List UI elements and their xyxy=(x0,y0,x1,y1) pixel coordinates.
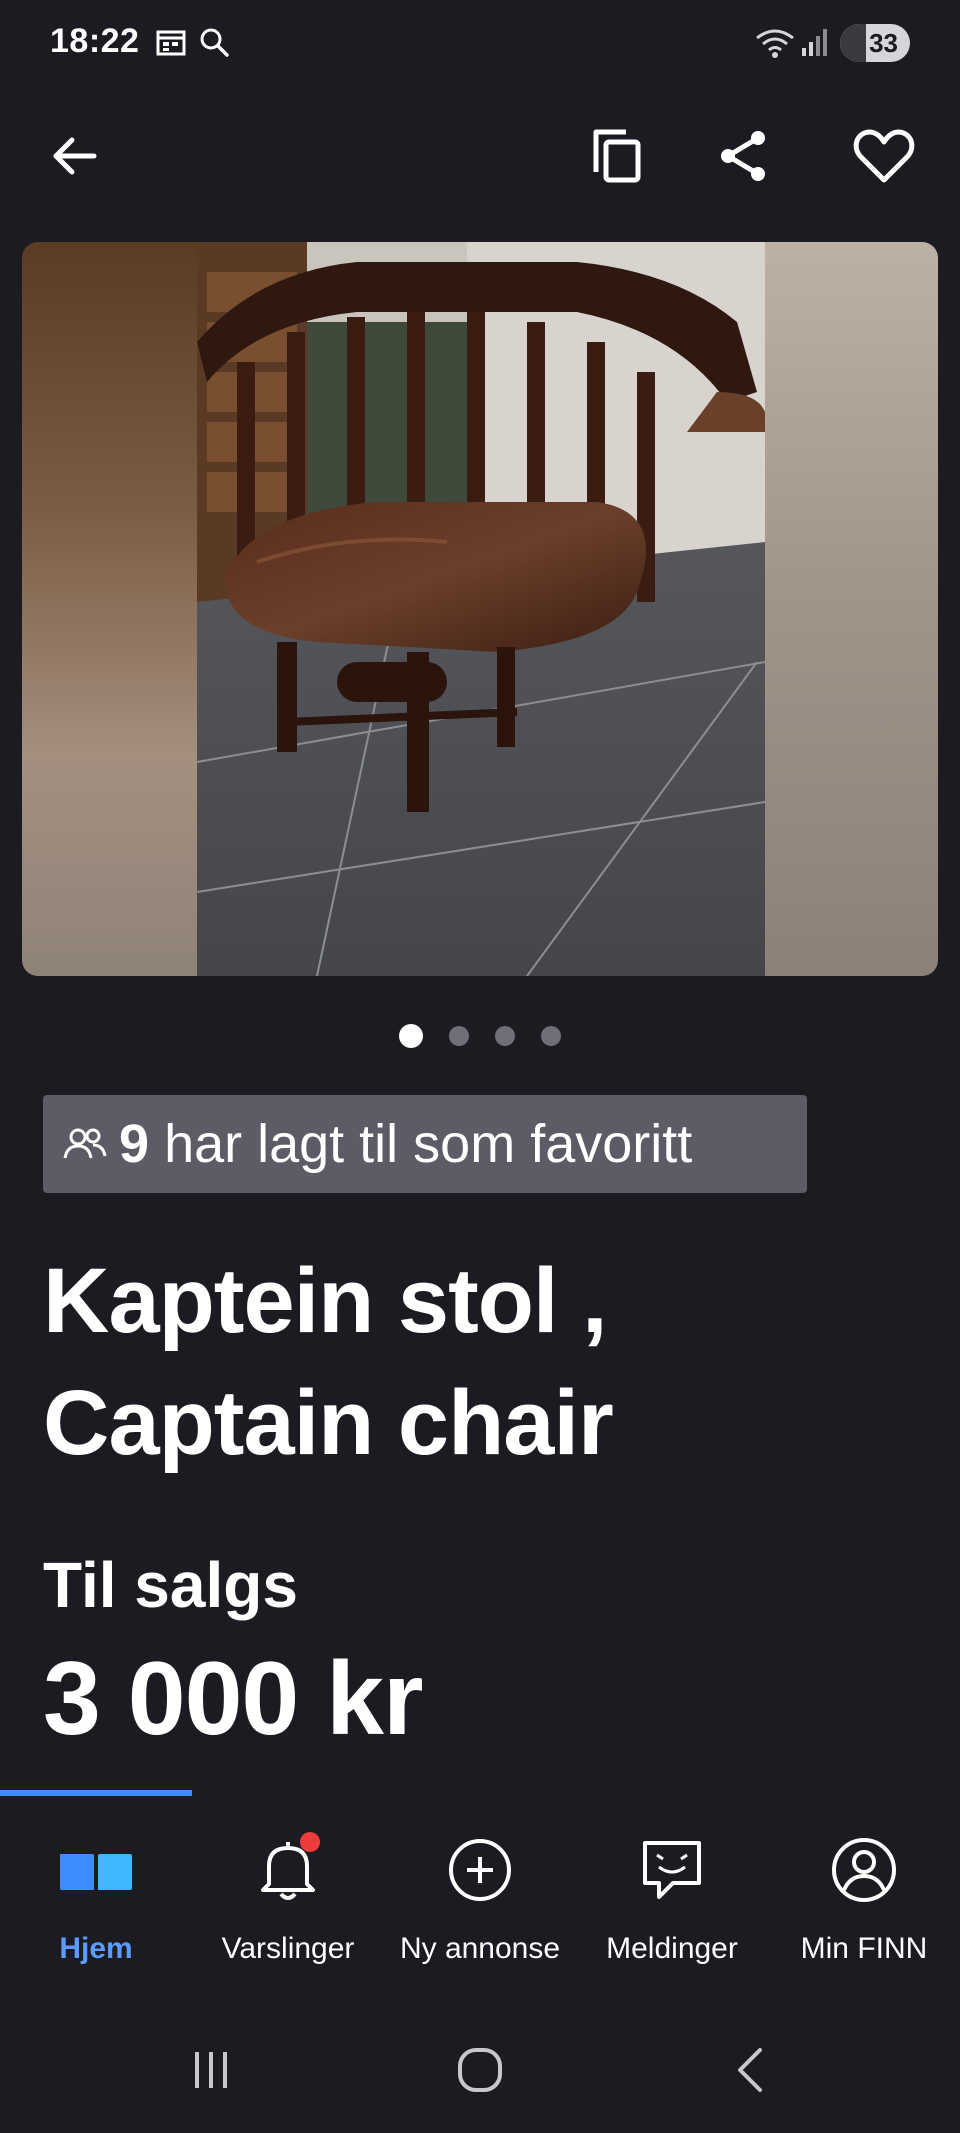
status-bar: 18:22 33 xyxy=(0,0,960,88)
nav-label-my-finn: Min FINN xyxy=(800,1932,928,1965)
nav-label-notifications: Varslinger xyxy=(221,1932,355,1965)
nav-label-messages: Meldinger xyxy=(606,1932,738,1965)
favorites-count: 9 xyxy=(119,1114,150,1174)
notification-badge xyxy=(300,1832,320,1852)
signal-icon xyxy=(800,26,830,63)
favorites-text: har lagt til som favoritt xyxy=(164,1114,693,1174)
copy-icon xyxy=(593,129,641,183)
favorite-button[interactable] xyxy=(852,124,916,188)
listing-price: 3 000 kr xyxy=(43,1641,423,1757)
share-icon xyxy=(721,131,765,181)
people-icon xyxy=(63,1128,107,1159)
nav-item-home[interactable]: Hjem xyxy=(0,1830,192,1980)
nav-item-my-finn[interactable]: Min FINN xyxy=(768,1830,960,1980)
gallery-blur-left xyxy=(22,242,197,976)
wifi-icon xyxy=(755,26,795,65)
bottom-navigation: Hjem Varslinger Ny annonse Meldinger Min… xyxy=(0,1790,960,1990)
back-arrow-icon xyxy=(53,137,97,175)
profile-icon xyxy=(824,1830,904,1910)
top-bar xyxy=(0,110,960,202)
pagination-dot-3[interactable] xyxy=(495,1026,515,1046)
gallery-pagination xyxy=(0,1024,960,1048)
home-icon xyxy=(56,1830,136,1910)
pagination-dot-4[interactable] xyxy=(541,1026,561,1046)
favorites-badge: 9 har lagt til som favoritt xyxy=(43,1095,807,1193)
pagination-dot-2[interactable] xyxy=(449,1026,469,1046)
nav-item-messages[interactable]: Meldinger xyxy=(576,1830,768,1980)
nav-item-notifications[interactable]: Varslinger xyxy=(192,1830,384,1980)
listing-title: Kaptein stol , Captain chair xyxy=(43,1240,903,1484)
back-button[interactable] xyxy=(42,124,106,188)
battery-icon: 33 xyxy=(840,24,910,62)
home-circle-icon xyxy=(458,2048,502,2092)
listing-status: Til salgs xyxy=(43,1549,298,1621)
back-chevron-icon xyxy=(738,2048,762,2092)
heart-icon xyxy=(853,129,915,183)
calendar-icon xyxy=(155,26,187,63)
battery-level: 33 xyxy=(869,27,898,58)
gallery-blur-right xyxy=(765,242,938,976)
listing-title-line-2: Captain chair xyxy=(43,1372,614,1474)
status-time: 18:22 xyxy=(50,22,140,60)
back-system-button[interactable] xyxy=(710,2040,790,2100)
chair-photo xyxy=(197,242,765,976)
recents-icon xyxy=(195,2052,227,2088)
search-icon xyxy=(198,26,230,63)
bell-icon xyxy=(248,1830,328,1910)
copy-button[interactable] xyxy=(586,124,650,188)
nav-label-new-ad: Ny annonse xyxy=(399,1932,561,1965)
pagination-dot-1[interactable] xyxy=(399,1024,423,1048)
nav-label-home: Hjem xyxy=(59,1932,133,1965)
system-navigation xyxy=(0,2030,960,2110)
plus-circle-icon xyxy=(440,1830,520,1910)
active-tab-indicator xyxy=(0,1790,192,1796)
image-gallery[interactable] xyxy=(22,242,938,976)
share-button[interactable] xyxy=(712,124,776,188)
chat-icon xyxy=(632,1830,712,1910)
home-system-button[interactable] xyxy=(440,2040,520,2100)
nav-item-new-ad[interactable]: Ny annonse xyxy=(384,1830,576,1980)
recents-button[interactable] xyxy=(171,2040,251,2100)
listing-title-line-1: Kaptein stol , xyxy=(43,1250,608,1352)
